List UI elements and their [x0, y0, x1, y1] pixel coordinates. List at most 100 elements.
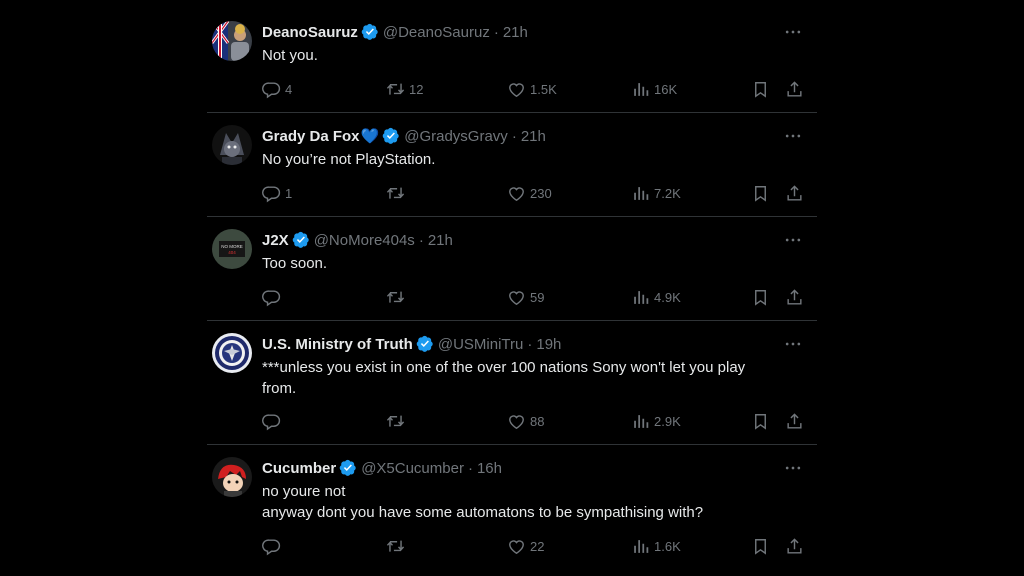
reply-icon [262, 288, 281, 307]
handle[interactable]: @GradysGravy [404, 128, 508, 145]
tweet[interactable]: Cucumber @X5Cucumber · 16h no youre not … [207, 445, 817, 576]
share-button[interactable] [785, 287, 804, 307]
action-bar: 22 1.6K [262, 536, 807, 556]
like-icon [507, 288, 526, 307]
timestamp[interactable]: 21h [503, 24, 528, 41]
bookmark-icon [751, 184, 770, 203]
like-icon [507, 412, 526, 431]
share-icon [785, 288, 804, 307]
avatar[interactable]: NO MORE 404 [212, 229, 252, 269]
retweet-icon [386, 412, 405, 431]
retweet-icon [386, 184, 405, 203]
share-button[interactable] [785, 411, 804, 431]
share-button[interactable] [785, 536, 804, 556]
handle[interactable]: @DeanoSauruz [383, 24, 490, 41]
more-icon[interactable] [783, 230, 803, 250]
avatar[interactable] [212, 21, 252, 61]
share-icon [785, 412, 804, 431]
display-name[interactable]: U.S. Ministry of Truth [262, 336, 413, 353]
more-icon[interactable] [783, 126, 803, 146]
view-count: 16K [654, 81, 678, 97]
action-bar: 1 230 7.2K [262, 183, 807, 203]
avatar[interactable] [212, 333, 252, 373]
tweet[interactable]: U.S. Ministry of Truth @USMiniTru · 19h … [207, 321, 817, 444]
views-button[interactable]: 1.6K [631, 536, 681, 556]
avatar[interactable] [212, 457, 252, 497]
like-icon [507, 80, 526, 99]
timestamp[interactable]: 21h [428, 232, 453, 249]
like-icon [507, 184, 526, 203]
separator-dot: · [467, 459, 473, 477]
verified-badge-icon [361, 23, 379, 41]
display-name[interactable]: Cucumber [262, 460, 336, 477]
timestamp[interactable]: 19h [536, 336, 561, 353]
tweet-text: No you’re not PlayStation. [262, 149, 435, 170]
tweet-text: no youre not anyway dont you have some a… [262, 481, 703, 523]
like-count: 22 [530, 538, 545, 554]
views-button[interactable]: 4.9K [631, 287, 681, 307]
like-count: 1.5K [530, 81, 557, 97]
display-name[interactable]: Grady Da Fox [262, 128, 360, 145]
like-button[interactable]: 1.5K [507, 79, 557, 99]
retweet-button[interactable]: 12 [386, 79, 423, 99]
views-button[interactable]: 16K [631, 79, 677, 99]
reply-button[interactable] [262, 287, 285, 307]
retweet-count: 12 [409, 81, 424, 97]
tweet[interactable]: NO MORE 404 J2X @NoMore404s · 21h Too so… [207, 217, 817, 320]
separator-dot: · [418, 231, 424, 249]
tweet-text: Too soon. [262, 253, 327, 274]
like-button[interactable]: 22 [507, 536, 544, 556]
handle[interactable]: @USMiniTru [438, 336, 524, 353]
tweet-text: Not you. [262, 45, 318, 66]
display-name[interactable]: DeanoSauruz [262, 24, 358, 41]
tweet-text-line: ***unless you exist in one of the over 1… [262, 359, 746, 376]
bookmark-button[interactable] [751, 79, 770, 99]
tweet-text-line: from. [262, 380, 297, 397]
retweet-button[interactable] [386, 536, 409, 556]
reply-icon [262, 537, 281, 556]
more-icon[interactable] [783, 22, 803, 42]
bookmark-button[interactable] [751, 183, 770, 203]
handle[interactable]: @NoMore404s [314, 232, 415, 249]
share-button[interactable] [785, 183, 804, 203]
bookmark-icon [751, 288, 770, 307]
display-name[interactable]: J2X [262, 232, 289, 249]
more-icon[interactable] [783, 458, 803, 478]
like-button[interactable]: 88 [507, 411, 544, 431]
share-button[interactable] [785, 79, 804, 99]
tweet[interactable]: DeanoSauruz @DeanoSauruz · 21h Not you. … [207, 0, 817, 112]
bookmark-button[interactable] [751, 411, 770, 431]
timestamp[interactable]: 21h [521, 128, 546, 145]
views-button[interactable]: 7.2K [631, 183, 681, 203]
bookmark-icon [751, 537, 770, 556]
like-count: 88 [530, 413, 545, 429]
reply-button[interactable] [262, 536, 285, 556]
reply-button[interactable]: 4 [262, 79, 292, 99]
reply-button[interactable]: 1 [262, 183, 292, 203]
handle[interactable]: @X5Cucumber [361, 460, 464, 477]
bookmark-button[interactable] [751, 287, 770, 307]
svg-text:NO MORE: NO MORE [221, 244, 243, 249]
separator-dot: · [493, 23, 499, 41]
avatar[interactable] [212, 125, 252, 165]
tweet[interactable]: Grady Da Fox 💙 @GradysGravy · 21h No you… [207, 113, 817, 216]
reply-count: 4 [285, 81, 293, 97]
retweet-button[interactable] [386, 411, 409, 431]
retweet-icon [386, 80, 405, 99]
like-button[interactable]: 59 [507, 287, 544, 307]
bookmark-button[interactable] [751, 536, 770, 556]
timestamp[interactable]: 16h [477, 460, 502, 477]
reply-count: 1 [285, 185, 293, 201]
like-button[interactable]: 230 [507, 183, 552, 203]
retweet-button[interactable] [386, 287, 409, 307]
svg-text:404: 404 [228, 250, 236, 255]
verified-badge-icon [382, 127, 400, 145]
tweet-text: ***unless you exist in one of the over 1… [262, 357, 745, 399]
views-button[interactable]: 2.9K [631, 411, 681, 431]
reply-button[interactable] [262, 411, 285, 431]
retweet-icon [386, 537, 405, 556]
views-icon [631, 537, 650, 556]
more-icon[interactable] [783, 334, 803, 354]
retweet-button[interactable] [386, 183, 409, 203]
action-bar: 88 2.9K [262, 411, 807, 431]
